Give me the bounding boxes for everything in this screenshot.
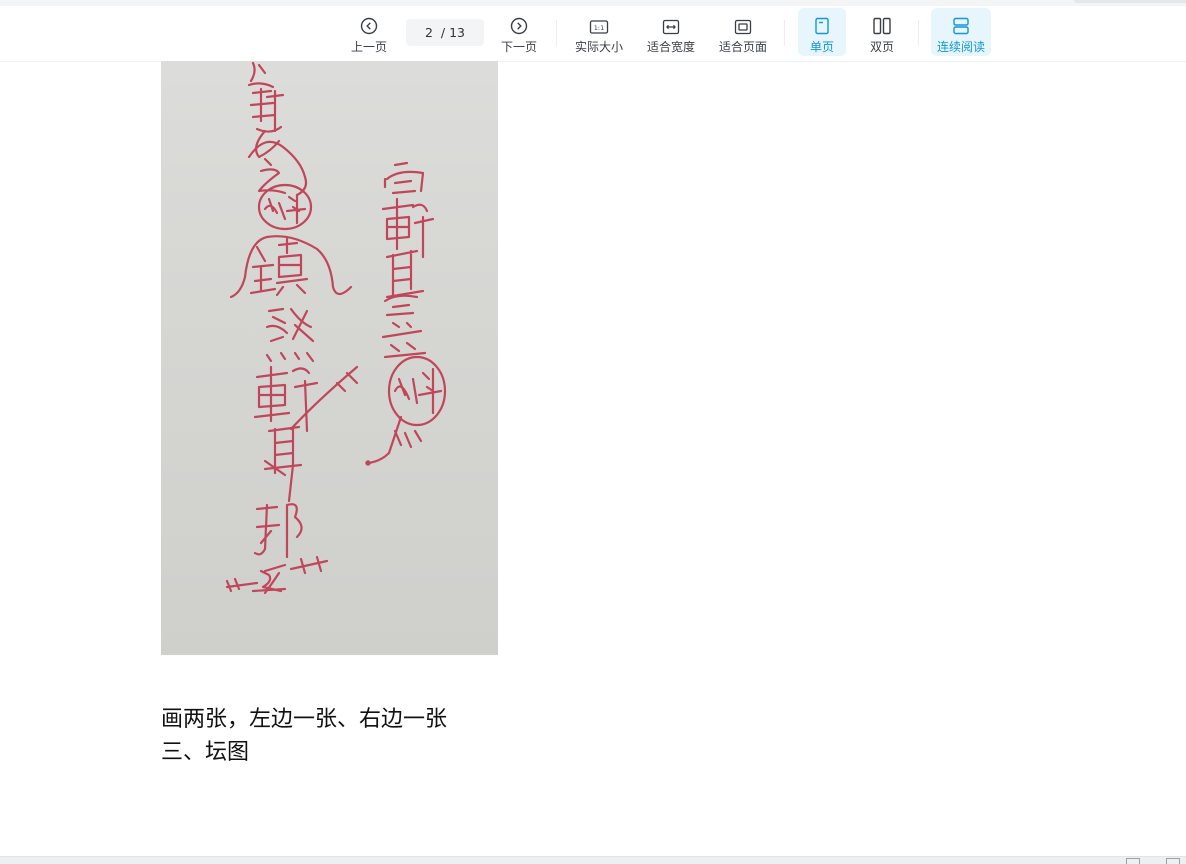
double-page-icon: [872, 11, 892, 35]
toolbar-divider: [784, 20, 785, 46]
talisman-photo: [161, 61, 498, 655]
single-page-button[interactable]: 单页: [798, 8, 846, 56]
fit-page-icon: [734, 11, 752, 35]
page-view-icon[interactable]: [1126, 858, 1140, 864]
fit-width-icon: [662, 11, 680, 35]
fit-page-button[interactable]: 适合页面: [716, 8, 770, 56]
page-current-input[interactable]: 2: [425, 25, 433, 40]
continuous-reading-icon: [952, 11, 970, 35]
toolbar-divider: [556, 20, 557, 46]
actual-size-icon: 1:1: [589, 11, 609, 35]
viewer-toolbar: 上一页 2 / 13 下一页 1:1 实际大小 适合宽度 适合页面 单页 双页 …: [0, 6, 1186, 62]
grid-view-icon[interactable]: [1166, 858, 1180, 864]
continuous-reading-label: 连续阅读: [936, 40, 985, 54]
next-page-label: 下一页: [500, 40, 537, 54]
continuous-reading-button[interactable]: 连续阅读: [931, 8, 991, 56]
actual-size-button[interactable]: 1:1 实际大小: [572, 8, 626, 56]
toolbar-divider: [918, 20, 919, 46]
single-page-label: 单页: [809, 40, 834, 54]
prev-page-label: 上一页: [350, 40, 387, 54]
double-page-button[interactable]: 双页: [858, 8, 906, 56]
fit-page-label: 适合页面: [718, 40, 767, 54]
actual-size-label: 实际大小: [574, 40, 623, 54]
next-page-button[interactable]: 下一页: [496, 8, 542, 56]
page-total: / 13: [440, 25, 466, 40]
svg-text:1:1: 1:1: [594, 24, 604, 32]
bottom-status-bar: [0, 856, 1186, 864]
prev-page-button[interactable]: 上一页: [346, 8, 392, 56]
chevron-right-icon: [510, 11, 528, 35]
fit-width-button[interactable]: 适合宽度: [644, 8, 698, 56]
top-pill: [1074, 0, 1186, 3]
double-page-label: 双页: [869, 40, 894, 54]
chevron-left-icon: [360, 11, 378, 35]
document-text-line-1: 画两张，左边一张、右边一张: [161, 707, 448, 732]
fit-width-label: 适合宽度: [646, 40, 695, 54]
single-page-icon: [814, 11, 830, 35]
page-indicator[interactable]: 2 / 13: [406, 19, 484, 46]
document-text-line-2: 三、坛图: [161, 740, 250, 765]
